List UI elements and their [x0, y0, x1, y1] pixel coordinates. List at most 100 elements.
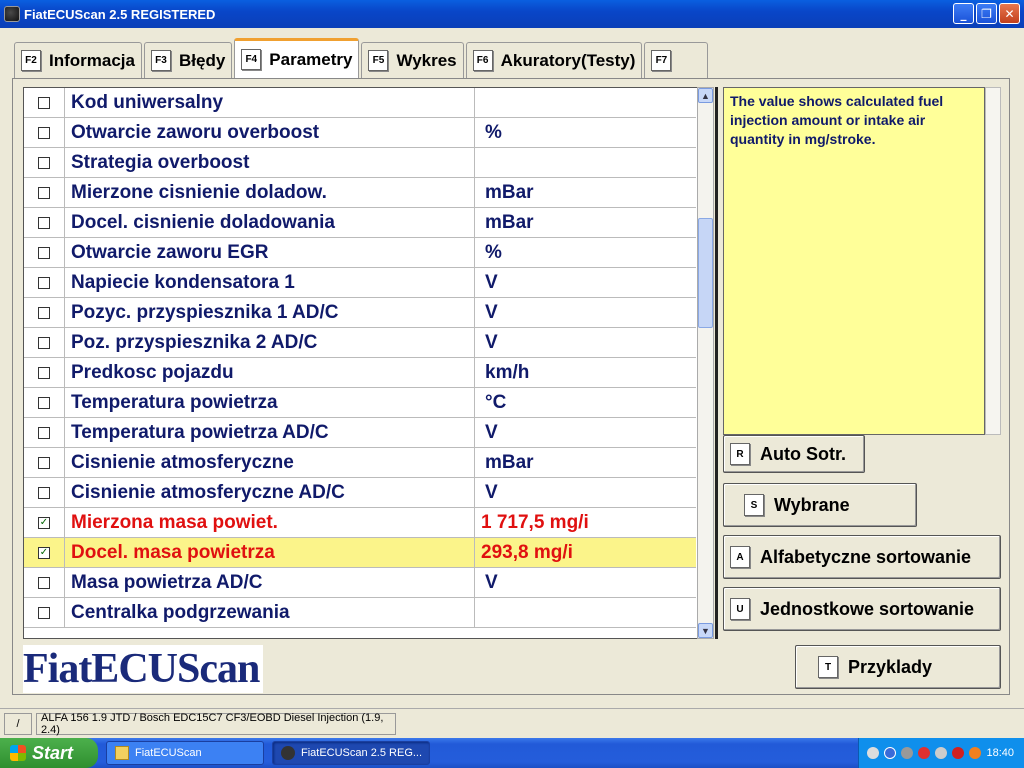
shield-icon[interactable] [952, 747, 965, 759]
tab-wykres[interactable]: F5 Wykres [361, 42, 464, 78]
parameter-checkbox[interactable] [38, 246, 50, 259]
tab-informacja[interactable]: F2 Informacja [14, 42, 142, 78]
checkbox-cell [24, 358, 64, 388]
taskbar: Start FiatECUScan FiatECUScan 2.5 REG...… [0, 738, 1024, 768]
parameter-checkbox[interactable] [38, 486, 50, 499]
unit-sort-button[interactable]: U Jednostkowe sortowanie [723, 587, 1001, 631]
parameter-checkbox[interactable] [38, 126, 50, 139]
parameter-checkbox[interactable] [38, 606, 50, 619]
parameter-checkbox[interactable] [38, 576, 50, 589]
table-row[interactable]: Mierzone cisnienie doladow. mBar [24, 177, 696, 208]
parameter-unit: mBar [485, 451, 534, 473]
table-row[interactable]: Pozyc. przyspiesznika 1 AD/C V [24, 297, 696, 328]
close-button[interactable]: ✕ [999, 3, 1020, 24]
parameters-table[interactable]: Kod uniwersalny Otwarcie zaworu overboost… [23, 87, 699, 639]
parameter-unit [475, 598, 696, 628]
button-label: Alfabetyczne sortowanie [760, 546, 972, 567]
app-icon [4, 6, 20, 22]
parameter-checkbox[interactable] [38, 306, 50, 319]
taskbar-item-app[interactable]: FiatECUScan 2.5 REG... [272, 741, 430, 765]
tab-label: Parametry [269, 49, 353, 69]
table-row[interactable]: Otwarcie zaworu overboost% [24, 117, 696, 148]
parameter-name: Mierzone cisnienie doladow. [64, 177, 475, 208]
tab-label: Informacja [49, 50, 135, 70]
parameter-checkbox[interactable] [38, 216, 50, 229]
f4-key-icon: F4 [241, 49, 262, 70]
checkbox-cell [24, 568, 64, 598]
parameters-panel: Kod uniwersalny Otwarcie zaworu overboost… [12, 78, 1010, 695]
parameter-name: Predkosc pojazdu [64, 357, 475, 388]
parameter-unit: 293,8 mg/i [481, 541, 573, 563]
parameter-checkbox[interactable] [38, 366, 50, 379]
minimize-button[interactable]: _ [953, 3, 974, 24]
parameter-checkbox[interactable]: ✓ [38, 516, 50, 529]
s-key-icon: S [744, 494, 764, 516]
scroll-down-icon[interactable]: ▼ [698, 623, 713, 638]
security-icon[interactable] [918, 747, 931, 759]
maximize-button[interactable]: ❐ [976, 3, 997, 24]
title-bar[interactable]: FiatECUScan 2.5 REGISTERED _ ❐ ✕ [0, 0, 1024, 28]
scroll-up-icon[interactable]: ▲ [698, 88, 713, 103]
checkbox-cell [24, 418, 64, 448]
taskbar-item-folder[interactable]: FiatECUScan [106, 741, 264, 765]
table-scrollbar[interactable]: ▲ ▼ [697, 87, 714, 639]
tab-parametry[interactable]: F4 Parametry [234, 38, 360, 78]
table-row[interactable]: Predkosc pojazdu km/h [24, 357, 696, 388]
tab-bledy[interactable]: F3 Błędy [143, 42, 233, 78]
window-controls: _ ❐ ✕ [953, 3, 1020, 24]
parameter-name: Docel. cisnienie doladowania [64, 207, 475, 238]
table-row[interactable]: Otwarcie zaworu EGR% [24, 237, 696, 268]
parameter-checkbox[interactable] [38, 156, 50, 169]
parameter-unit: V [485, 421, 498, 443]
checkbox-cell [24, 148, 64, 178]
panel-divider[interactable] [715, 87, 718, 639]
tab-label: Akuratory(Testy) [500, 50, 636, 70]
checkbox-cell [24, 178, 64, 208]
table-row[interactable]: ✓ Mierzona masa powiet. 1 717,5 mg/i [24, 507, 696, 538]
parameter-checkbox[interactable] [38, 276, 50, 289]
parameter-checkbox[interactable] [38, 336, 50, 349]
table-row[interactable]: ✓ Docel. masa powietrza 293,8 mg/i [24, 537, 696, 568]
network-icon[interactable] [867, 747, 880, 759]
description-scrollbar[interactable] [985, 87, 1001, 435]
parameter-checkbox[interactable] [38, 426, 50, 439]
checkbox-cell [24, 88, 64, 118]
table-row[interactable]: Cisnienie atmosferyczne AD/C V [24, 477, 696, 508]
usb-icon[interactable] [935, 747, 948, 759]
button-label: Przyklady [848, 656, 933, 677]
table-row[interactable]: Docel. cisnienie doladowania mBar [24, 207, 696, 238]
arrow-icon[interactable] [884, 747, 897, 759]
volume-icon[interactable] [901, 747, 914, 759]
parameter-checkbox[interactable] [38, 456, 50, 469]
parameter-checkbox[interactable]: ✓ [38, 546, 50, 559]
f2-key-icon: F2 [21, 50, 41, 71]
button-label: Wybrane [774, 494, 850, 515]
examples-button[interactable]: T Przyklady [795, 645, 1001, 689]
tab-label: Wykres [396, 50, 457, 70]
parameter-checkbox[interactable] [38, 396, 50, 409]
table-row[interactable]: Cisnienie atmosferyczne mBar [24, 447, 696, 478]
parameter-checkbox[interactable] [38, 96, 50, 109]
alphabetical-sort-button[interactable]: A Alfabetyczne sortowanie [723, 535, 1001, 579]
scroll-thumb[interactable] [698, 218, 713, 328]
parameter-name: Temperatura powietrza AD/C [64, 417, 475, 448]
table-row[interactable]: Temperatura powietrza °C [24, 387, 696, 418]
table-row[interactable]: Napiecie kondensatora 1 V [24, 267, 696, 298]
update-icon[interactable] [969, 747, 982, 759]
tab-f7[interactable]: F7 [644, 42, 709, 78]
parameter-unit: V [485, 331, 498, 353]
table-row[interactable]: Masa powietrza AD/C V [24, 567, 696, 598]
table-row[interactable]: Poz. przyspiesznika 2 AD/C V [24, 327, 696, 358]
tab-akuratory[interactable]: F6 Akuratory(Testy) [465, 42, 643, 78]
table-row[interactable]: Kod uniwersalny [24, 88, 696, 118]
parameter-checkbox[interactable] [38, 186, 50, 199]
checkbox-cell [24, 238, 64, 268]
table-row[interactable]: Temperatura powietrza AD/C V [24, 417, 696, 448]
u-key-icon: U [730, 598, 750, 620]
start-button[interactable]: Start [0, 738, 98, 768]
table-row[interactable]: Centralka podgrzewania [24, 597, 696, 628]
checkbox-cell [24, 268, 64, 298]
auto-sort-button[interactable]: R Auto Sotr. [723, 435, 865, 473]
selected-button[interactable]: S Wybrane [723, 483, 917, 527]
table-row[interactable]: Strategia overboost [24, 147, 696, 178]
